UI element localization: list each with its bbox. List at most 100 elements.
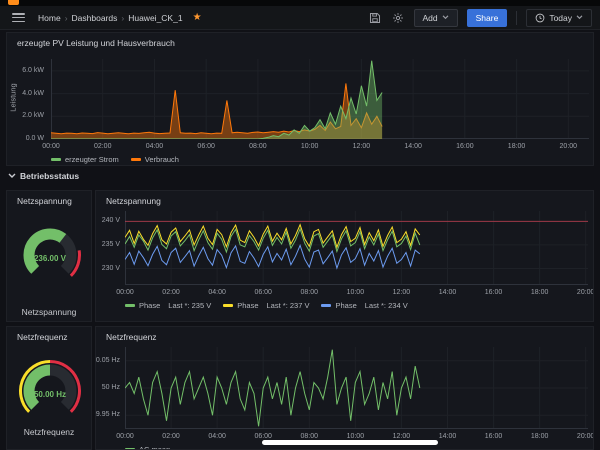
legend-item[interactable]: PhaseLast *: 234 V <box>321 301 407 310</box>
x-tick-label: 04:00 <box>199 289 235 296</box>
legend-series-name: erzeugter Strom <box>65 155 119 164</box>
y-tick-label: 235 V <box>102 241 120 248</box>
legend: Phase Last *: 235 V PhaseLast *: 237 V Phas… <box>125 301 408 310</box>
legend-swatch <box>131 158 141 161</box>
x-tick-label: 20:00 <box>568 433 594 440</box>
x-tick-label: 10:00 <box>337 433 373 440</box>
legend-series-value: Last *: 237 V <box>267 301 310 310</box>
legend-swatch <box>321 304 331 307</box>
x-tick-label: 16:00 <box>447 143 483 150</box>
legend-item[interactable]: AC.mean <box>125 445 170 450</box>
chevron-down-icon <box>442 15 449 20</box>
favorite-star-icon[interactable]: ★ <box>193 12 202 23</box>
share-button[interactable]: Share <box>467 9 508 27</box>
add-button-label: Add <box>423 13 438 23</box>
section-label: Betriebsstatus <box>20 171 79 181</box>
breadcrumb-current[interactable]: Huawei_CK_1 <box>128 13 182 23</box>
navbar: Home › Dashboards › Huawei_CK_1 ★ Add Sh… <box>0 6 600 30</box>
legend-series-value: Last *: 235 V <box>168 301 211 310</box>
y-tick-label: 49.95 Hz <box>95 411 120 418</box>
x-tick-label: 16:00 <box>476 289 512 296</box>
x-tick-label: 14:00 <box>395 143 431 150</box>
gauge-label: Netzfrequenz <box>7 427 91 437</box>
save-icon[interactable] <box>368 11 382 25</box>
time-range-picker[interactable]: Today <box>526 9 592 27</box>
chevron-down-icon <box>576 15 583 20</box>
breadcrumb-home[interactable]: Home <box>38 13 61 23</box>
panel-title[interactable]: erzeugte PV Leistung und Hausverbrauch <box>17 38 175 48</box>
y-axis-ticks: 49.95 Hz 50 Hz 50.05 Hz <box>96 347 123 429</box>
x-tick-label: 02:00 <box>153 289 189 296</box>
legend-item[interactable]: Phase Last *: 235 V <box>125 301 211 310</box>
legend: AC.mean <box>125 445 170 450</box>
y-tick-label: 240 V <box>102 217 120 224</box>
navbar-actions: Add Share Today <box>368 9 593 27</box>
grafana-dashboard: Home › Dashboards › Huawei_CK_1 ★ Add Sh… <box>0 0 600 450</box>
x-tick-label: 20:00 <box>568 289 594 296</box>
gauge-label: Netzspannung <box>7 307 91 317</box>
gear-icon[interactable] <box>391 11 405 25</box>
x-tick-label: 06:00 <box>245 433 281 440</box>
legend-swatch <box>223 304 233 307</box>
legend-item[interactable]: PhaseLast *: 237 V <box>223 301 309 310</box>
clock-icon <box>535 13 545 23</box>
y-tick-label: 6.0 kW <box>22 67 44 74</box>
section-betriebsstatus[interactable]: Betriebsstatus <box>8 169 79 183</box>
y-tick-label: 0.0 W <box>26 135 44 142</box>
x-axis-ticks: 00:0002:0004:0006:0008:0010:0012:0014:00… <box>51 143 589 153</box>
x-tick-label: 10:00 <box>292 143 328 150</box>
gauge-value: 236.00 V <box>34 254 67 263</box>
time-range-label: Today <box>549 13 572 23</box>
legend-series-name: AC.mean <box>139 445 170 450</box>
x-tick-label: 20:00 <box>550 143 586 150</box>
divider <box>516 11 517 25</box>
y-tick-label: 50.05 Hz <box>95 357 120 364</box>
netzspannung-gauge: 236.00 V <box>12 219 88 285</box>
x-tick-label: 12:00 <box>383 433 419 440</box>
x-tick-label: 16:00 <box>476 433 512 440</box>
panel-title[interactable]: Netzspannung <box>17 196 72 206</box>
x-tick-label: 00:00 <box>33 143 69 150</box>
x-tick-label: 10:00 <box>337 289 373 296</box>
netzspannung-plot-area[interactable] <box>125 211 588 285</box>
legend-series-name: Verbrauch <box>145 155 179 164</box>
y-tick-label: 50 Hz <box>102 384 120 391</box>
panel-pv-leistung: erzeugte PV Leistung und Hausverbrauch L… <box>6 32 594 166</box>
x-tick-label: 08:00 <box>291 289 327 296</box>
x-tick-label: 18:00 <box>522 289 558 296</box>
panel-title[interactable]: Netzspannung <box>106 196 161 206</box>
breadcrumb-separator: › <box>121 13 124 23</box>
x-tick-label: 00:00 <box>107 289 143 296</box>
x-tick-label: 06:00 <box>188 143 224 150</box>
legend-swatch <box>51 158 61 161</box>
horizontal-scrollbar[interactable] <box>262 440 438 445</box>
pv-plot-area[interactable] <box>51 59 589 139</box>
x-tick-label: 12:00 <box>343 143 379 150</box>
x-tick-label: 14:00 <box>429 433 465 440</box>
legend-item[interactable]: Verbrauch <box>131 155 179 164</box>
legend-item[interactable]: erzeugter Strom <box>51 155 119 164</box>
panel-netzfrequenz-gauge: Netzfrequenz 50.00 Hz Netzfrequenz <box>6 326 92 450</box>
x-tick-label: 06:00 <box>245 289 281 296</box>
x-tick-label: 12:00 <box>383 289 419 296</box>
legend-series-name: Phase <box>139 301 160 310</box>
menu-icon[interactable] <box>12 13 25 22</box>
breadcrumb-separator: › <box>65 13 68 23</box>
x-tick-label: 18:00 <box>499 143 535 150</box>
x-tick-label: 18:00 <box>522 433 558 440</box>
x-tick-label: 08:00 <box>291 433 327 440</box>
add-button[interactable]: Add <box>414 9 458 27</box>
panel-title[interactable]: Netzfrequenz <box>106 332 157 342</box>
panel-netzspannung-gauge: Netzspannung 236.00 V Netzspannung <box>6 190 92 322</box>
x-axis-ticks: 00:0002:0004:0006:0008:0010:0012:0014:00… <box>125 289 588 299</box>
breadcrumb-dashboards[interactable]: Dashboards <box>72 13 118 23</box>
netzfrequenz-gauge: 50.00 Hz <box>12 355 88 421</box>
panel-title[interactable]: Netzfrequenz <box>17 332 68 342</box>
y-tick-label: 230 V <box>102 265 120 272</box>
share-button-label: Share <box>476 13 499 23</box>
y-axis-ticks: 0.0 W2.0 kW4.0 kW6.0 kW <box>7 59 47 139</box>
netzfrequenz-plot-area[interactable] <box>125 347 588 429</box>
panel-netzspannung-chart: Netzspannung 230 V 235 V 240 V 00:00 02:00 0… <box>95 190 594 322</box>
x-tick-label: 02:00 <box>85 143 121 150</box>
gauge-value: 50.00 Hz <box>34 390 66 399</box>
